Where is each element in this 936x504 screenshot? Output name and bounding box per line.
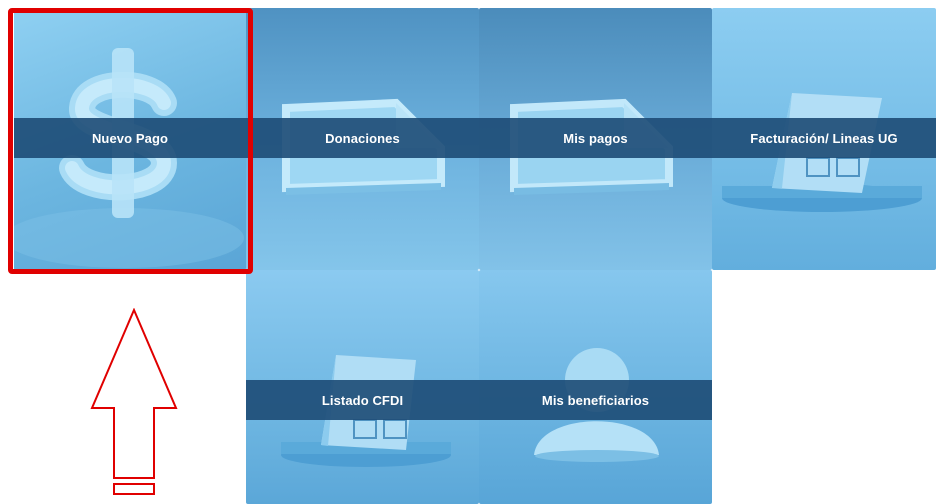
tile-listado-cfdi[interactable]: Listado CFDI [246, 270, 479, 504]
tile-label-band: Facturación/ Lineas UG [712, 118, 936, 158]
tile-label-band: Mis pagos [479, 118, 712, 158]
tile-label: Listado CFDI [321, 392, 404, 408]
tile-donaciones[interactable]: Donaciones [246, 8, 479, 270]
tile-label: Mis pagos [563, 130, 628, 146]
tile-label: Mis beneficiarios [541, 392, 650, 408]
tile-facturacion[interactable]: Facturación/ Lineas UG [712, 8, 936, 270]
tile-mis-beneficiarios[interactable]: Mis beneficiarios [479, 270, 712, 504]
tile-label-band: Nuevo Pago [14, 118, 246, 158]
tile-label-band: Donaciones [246, 118, 479, 158]
tile-nuevo-pago[interactable]: Nuevo Pago [14, 8, 246, 270]
tile-label-band: Mis beneficiarios [479, 380, 712, 420]
tile-label: Nuevo Pago [91, 130, 169, 146]
tile-mis-pagos[interactable]: Mis pagos [479, 8, 712, 270]
tile-label-band: Listado CFDI [246, 380, 479, 420]
tile-label: Facturación/ Lineas UG [750, 130, 898, 146]
arrow-up-icon [90, 308, 178, 495]
tile-label: Donaciones [325, 130, 400, 146]
